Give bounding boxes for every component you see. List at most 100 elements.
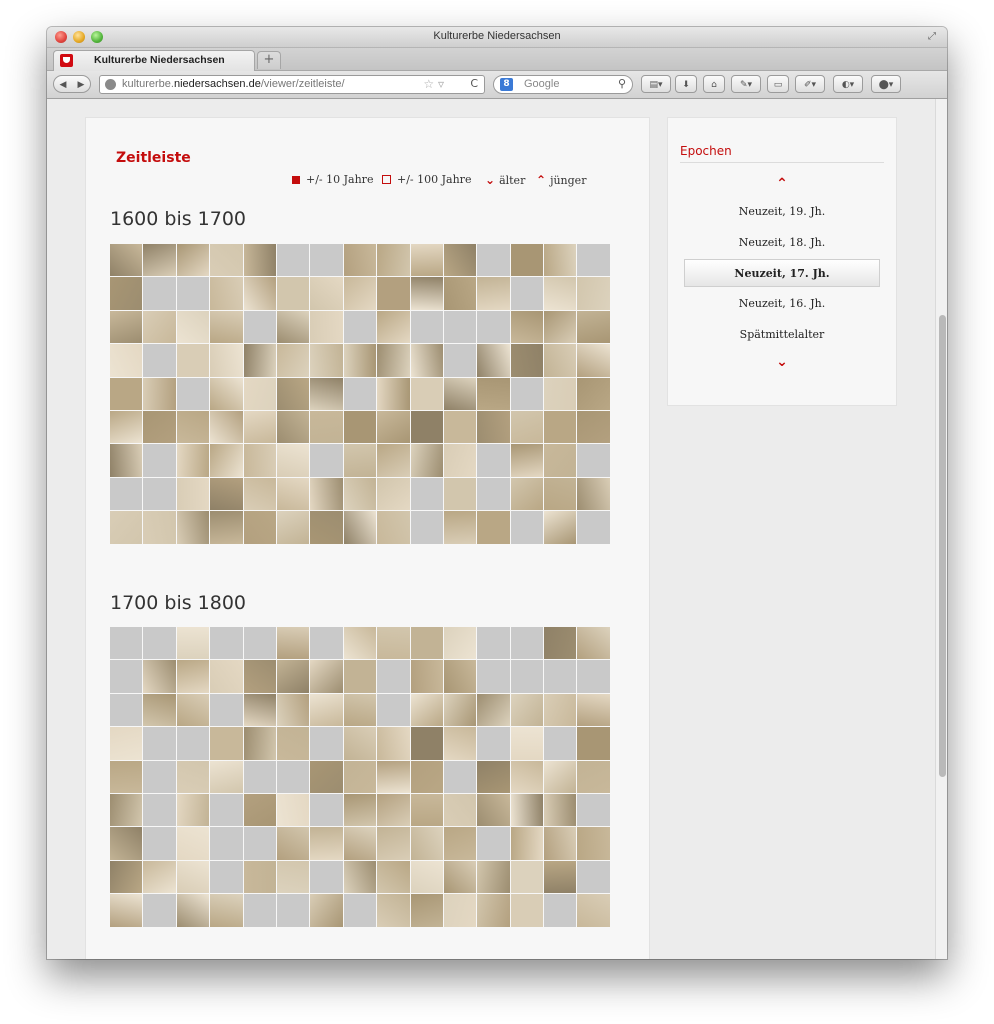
thumbnail-tile[interactable] — [310, 793, 343, 827]
older-button[interactable]: ⌄ älter — [485, 173, 525, 187]
thumbnail-tile[interactable] — [176, 894, 210, 927]
epochs-down-chevron-icon[interactable]: ⌄ — [668, 354, 896, 370]
thumbnail-tile[interactable] — [110, 627, 143, 660]
search-engine-icon[interactable]: 8 — [500, 78, 513, 91]
adblock-menu-button[interactable]: ⬤▾ — [871, 75, 901, 93]
thumbnail-tile[interactable] — [377, 477, 410, 511]
thumbnail-tile[interactable] — [276, 693, 310, 727]
forward-arrow-icon[interactable]: ▶ — [72, 76, 90, 94]
thumbnail-tile[interactable] — [343, 244, 377, 277]
thumbnail-tile[interactable] — [143, 627, 176, 660]
thumbnail-tile[interactable] — [210, 760, 243, 793]
thumbnail-tile[interactable] — [410, 310, 443, 344]
thumbnail-tile[interactable] — [276, 310, 310, 344]
thumbnail-tile[interactable] — [176, 244, 210, 277]
thumbnail-tile[interactable] — [176, 660, 210, 693]
thumbnail-tile[interactable] — [377, 511, 410, 544]
thumbnail-tile[interactable] — [243, 444, 276, 477]
thumbnail-tile[interactable] — [176, 860, 210, 894]
thumbnail-tile[interactable] — [544, 760, 577, 793]
thumbnail-tile[interactable] — [343, 660, 377, 693]
thumbnail-tile[interactable] — [110, 444, 143, 477]
thumbnail-tile[interactable] — [176, 793, 210, 827]
thumbnail-tile[interactable] — [243, 627, 276, 660]
fullscreen-icon[interactable]: ⤢ — [928, 31, 939, 42]
thumbnail-tile[interactable] — [443, 760, 477, 793]
thumbnail-tile[interactable] — [110, 894, 143, 927]
thumbnail-tile[interactable] — [143, 277, 176, 310]
thumbnail-tile[interactable] — [310, 627, 343, 660]
thumbnail-tile[interactable] — [276, 660, 310, 693]
thumbnail-tile[interactable] — [310, 660, 343, 693]
reload-icon[interactable]: C — [470, 77, 478, 90]
thumbnail-tile[interactable] — [410, 477, 443, 511]
thumbnail-tile[interactable] — [510, 727, 544, 760]
thumbnail-tile[interactable] — [343, 477, 377, 511]
thumbnail-tile[interactable] — [243, 660, 276, 693]
thumbnail-tile[interactable] — [343, 860, 377, 894]
thumbnail-tile[interactable] — [410, 244, 443, 277]
thumbnail-tile[interactable] — [110, 310, 143, 344]
thumbnail-tile[interactable] — [143, 377, 176, 410]
thumbnail-tile[interactable] — [477, 693, 510, 727]
epoch-item-17[interactable]: Neuzeit, 17. Jh. — [684, 259, 880, 287]
download-button[interactable]: ⬇ — [675, 75, 697, 93]
thumbnail-tile[interactable] — [443, 660, 477, 693]
thumbnail-tile[interactable] — [276, 827, 310, 860]
thumbnail-tile[interactable] — [410, 860, 443, 894]
thumbnail-tile[interactable] — [410, 727, 443, 760]
thumbnail-tile[interactable] — [110, 244, 143, 277]
thumbnail-tile[interactable] — [243, 310, 276, 344]
thumbnail-tile[interactable] — [310, 727, 343, 760]
thumbnail-tile[interactable] — [477, 727, 510, 760]
thumbnail-tile[interactable] — [343, 693, 377, 727]
thumbnail-tile[interactable] — [477, 244, 510, 277]
thumbnail-tile[interactable] — [510, 444, 544, 477]
thumbnail-tile[interactable] — [577, 344, 610, 377]
thumbnail-tile[interactable] — [477, 310, 510, 344]
thumbnail-tile[interactable] — [377, 410, 410, 444]
eyedropper-menu-button[interactable]: ✐▾ — [795, 75, 825, 93]
thumbnail-tile[interactable] — [310, 344, 343, 377]
thumbnail-tile[interactable] — [410, 344, 443, 377]
thumbnail-tile[interactable] — [410, 894, 443, 927]
thumbnail-tile[interactable] — [544, 310, 577, 344]
thumbnail-tile[interactable] — [544, 627, 577, 660]
thumbnail-tile[interactable] — [510, 793, 544, 827]
tab-kulturerbe[interactable]: Kulturerbe Niedersachsen — [53, 50, 255, 71]
thumbnail-tile[interactable] — [110, 660, 143, 693]
thumbnail-tile[interactable] — [443, 894, 477, 927]
thumbnail-tile[interactable] — [176, 444, 210, 477]
thumbnail-tile[interactable] — [577, 627, 610, 660]
thumbnail-tile[interactable] — [143, 344, 176, 377]
thumbnail-tile[interactable] — [210, 310, 243, 344]
thumbnail-tile[interactable] — [143, 444, 176, 477]
thumbnail-tile[interactable] — [110, 793, 143, 827]
thumbnail-tile[interactable] — [544, 894, 577, 927]
thumbnail-tile[interactable] — [410, 377, 443, 410]
thumbnail-tile[interactable] — [544, 410, 577, 444]
thumbnail-tile[interactable] — [176, 760, 210, 793]
thumbnail-tile[interactable] — [443, 511, 477, 544]
thumbnail-tile[interactable] — [276, 410, 310, 444]
thumbnail-tile[interactable] — [410, 660, 443, 693]
thumbnail-tile[interactable] — [143, 511, 176, 544]
thumbnail-tile[interactable] — [310, 244, 343, 277]
thumbnail-tile[interactable] — [477, 860, 510, 894]
thumbnail-tile[interactable] — [276, 344, 310, 377]
thumbnail-tile[interactable] — [276, 793, 310, 827]
scrollbar-thumb[interactable] — [939, 315, 946, 777]
thumbnail-tile[interactable] — [577, 660, 610, 693]
thumbnail-tile[interactable] — [577, 444, 610, 477]
thumbnail-tile[interactable] — [210, 511, 243, 544]
thumbnail-tile[interactable] — [544, 477, 577, 511]
thumbnail-tile[interactable] — [110, 760, 143, 793]
thumbnail-tile[interactable] — [243, 760, 276, 793]
thumbnail-tile[interactable] — [310, 410, 343, 444]
thumbnail-tile[interactable] — [544, 693, 577, 727]
thumbnail-tile[interactable] — [577, 760, 610, 793]
thumbnail-tile[interactable] — [577, 860, 610, 894]
thumbnail-tile[interactable] — [343, 827, 377, 860]
thumbnail-tile[interactable] — [443, 277, 477, 310]
thumbnail-tile[interactable] — [377, 244, 410, 277]
